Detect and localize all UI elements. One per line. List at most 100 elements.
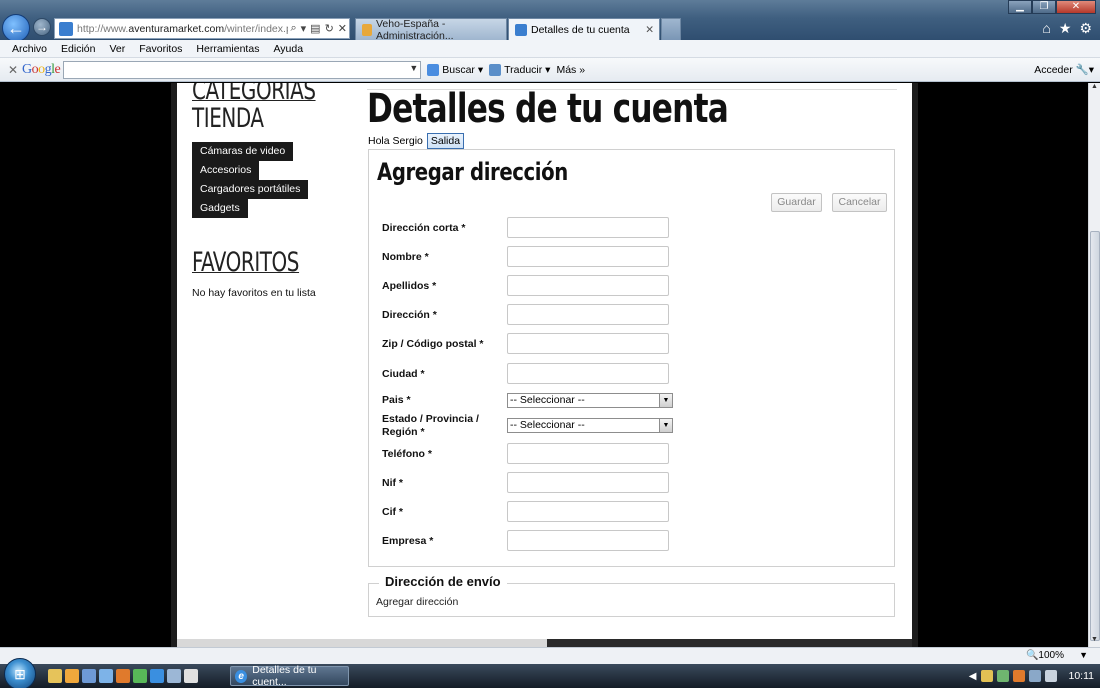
phone-input[interactable] [507, 443, 669, 464]
folder-icon[interactable] [48, 669, 62, 683]
firefox-icon[interactable] [116, 669, 130, 683]
translate-icon [489, 63, 502, 76]
tray-app-icon[interactable] [980, 670, 993, 682]
form-title: Agregar dirección [377, 158, 568, 186]
scroll-down-icon[interactable]: ▼ [1089, 636, 1100, 647]
scroll-thumb[interactable] [1090, 231, 1100, 641]
categories-title: CATEGORIAS TIENDA [192, 83, 316, 133]
stop-icon[interactable]: ✕ [336, 22, 349, 35]
window-switch-icon[interactable] [99, 669, 113, 683]
page-container: CATEGORIAS TIENDA Cámaras de video Acces… [171, 83, 918, 647]
category-cameras[interactable]: Cámaras de video [192, 142, 294, 161]
search-icon [427, 63, 440, 76]
ie-icon[interactable] [150, 669, 164, 683]
company-input[interactable] [507, 530, 669, 551]
close-tab-icon[interactable]: ✕ [645, 24, 654, 36]
magnifier-icon: 🔍 [1025, 650, 1039, 661]
vertical-scrollbar[interactable]: ▲ ▼ [1088, 83, 1100, 647]
maximize-button[interactable]: ❐ [1032, 0, 1056, 14]
name-input[interactable] [507, 246, 669, 267]
dropdown-icon[interactable]: ▾ [299, 22, 309, 35]
refresh-icon[interactable]: ↻ [323, 22, 336, 35]
explorer-icon[interactable] [167, 669, 181, 683]
close-toolbar-icon[interactable]: ✕ [4, 63, 22, 77]
category-chargers[interactable]: Cargadores portátiles [192, 180, 309, 199]
home-icon[interactable]: ⌂ [1042, 20, 1050, 37]
short-address-input[interactable] [507, 217, 669, 238]
shipping-legend: Dirección de envío [379, 574, 507, 589]
address-input[interactable] [507, 304, 669, 325]
google-toolbar: ✕ Google ▼ Buscar ▾ Traducir ▾ Más » Acc… [0, 58, 1100, 82]
menu-archivo[interactable]: Archivo [8, 43, 51, 55]
favorites-title[interactable]: FAVORITOS [192, 249, 299, 277]
page-footer-strip [177, 639, 912, 647]
menu-herramientas[interactable]: Herramientas [192, 43, 263, 55]
cancel-button[interactable]: Cancelar [832, 193, 887, 212]
field-label: Empresa * [382, 535, 434, 547]
save-button[interactable]: Guardar [771, 193, 822, 212]
compat-view-icon[interactable]: ▤ [308, 22, 322, 35]
category-accessories[interactable]: Accesorios [192, 161, 260, 180]
translate-button[interactable]: Traducir ▾ [489, 63, 550, 76]
gear-icon[interactable]: ⚙ [1079, 20, 1092, 37]
window-controls: ▁ ❐ ✕ [1008, 0, 1096, 14]
cif-input[interactable] [507, 501, 669, 522]
back-button[interactable]: ← [2, 14, 30, 42]
zip-input[interactable] [507, 333, 669, 354]
network-icon[interactable] [1028, 670, 1041, 682]
menu-favoritos[interactable]: Favoritos [135, 43, 186, 55]
chrome-icon[interactable] [133, 669, 147, 683]
google-search-button[interactable]: Buscar ▾ [427, 63, 483, 76]
tray-app-icon[interactable] [996, 670, 1009, 682]
chevron-down-icon[interactable]: ▼ [1079, 650, 1088, 660]
surname-input[interactable] [507, 275, 669, 296]
notepad-icon[interactable] [184, 669, 198, 683]
forward-button[interactable]: → [33, 18, 51, 36]
desktop-icon[interactable] [82, 669, 96, 683]
field-label: Dirección * [382, 309, 437, 321]
greeting-text: Hola Sergio [368, 135, 423, 147]
tray-expand-icon[interactable]: ◀ [969, 671, 977, 682]
address-bar[interactable]: http://www.aventuramarket.com/winter/ind… [54, 18, 350, 39]
login-button[interactable]: Acceder 🔧▾ [1034, 63, 1094, 76]
region-select[interactable]: -- Seleccionar -- ▼ [507, 418, 673, 433]
menu-bar: Archivo Edición Ver Favoritos Herramient… [0, 40, 1100, 58]
start-button[interactable]: ⊞ [4, 658, 36, 688]
more-button[interactable]: Más » [556, 64, 585, 76]
field-city: Ciudad * [382, 363, 682, 385]
chevron-down-icon[interactable]: ▼ [409, 63, 418, 73]
url-text[interactable]: http://www.aventuramarket.com/winter/ind… [77, 23, 288, 35]
close-window-button[interactable]: ✕ [1056, 0, 1096, 14]
menu-ver[interactable]: Ver [105, 43, 129, 55]
site-favicon-icon [59, 21, 73, 36]
zoom-level[interactable]: 🔍100% [1026, 650, 1064, 661]
taskbar-ie-window[interactable]: e Detalles de tu cuent... [230, 664, 349, 688]
tab-veho-admin[interactable]: Veho-España - Administración... [355, 18, 507, 42]
user-greeting: Hola Sergio Salida [368, 133, 465, 149]
add-shipping-address-link[interactable]: Agregar dirección [376, 596, 458, 608]
tab-account-details[interactable]: Detalles de tu cuenta ✕ [508, 18, 660, 40]
clock[interactable]: 10:11 [1069, 670, 1095, 682]
country-select[interactable]: -- Seleccionar -- ▼ [507, 393, 673, 408]
nif-input[interactable] [507, 472, 669, 493]
category-gadgets[interactable]: Gadgets [192, 199, 248, 218]
scroll-up-icon[interactable]: ▲ [1089, 83, 1100, 94]
login-label: Acceder [1034, 64, 1073, 76]
media-player-icon[interactable] [65, 669, 79, 683]
logout-button[interactable]: Salida [426, 133, 465, 149]
menu-edicion[interactable]: Edición [57, 43, 99, 55]
google-search-input[interactable]: ▼ [63, 60, 422, 79]
star-icon[interactable]: ★ [1059, 20, 1072, 37]
search-icon[interactable]: ⌕ [288, 22, 298, 35]
field-label: Nombre * [382, 251, 429, 263]
new-tab-button[interactable] [661, 18, 681, 40]
minimize-button[interactable]: ▁ [1008, 0, 1032, 14]
tray-app-icon[interactable] [1012, 670, 1025, 682]
categories-title-line2: TIENDA [192, 103, 264, 134]
volume-icon[interactable] [1044, 670, 1057, 682]
ie-icon: e [235, 669, 248, 683]
taskbar-window-label: Detalles de tu cuent... [252, 664, 317, 688]
menu-ayuda[interactable]: Ayuda [269, 43, 307, 55]
field-label: Zip / Código postal * [382, 338, 484, 350]
city-input[interactable] [507, 363, 669, 384]
